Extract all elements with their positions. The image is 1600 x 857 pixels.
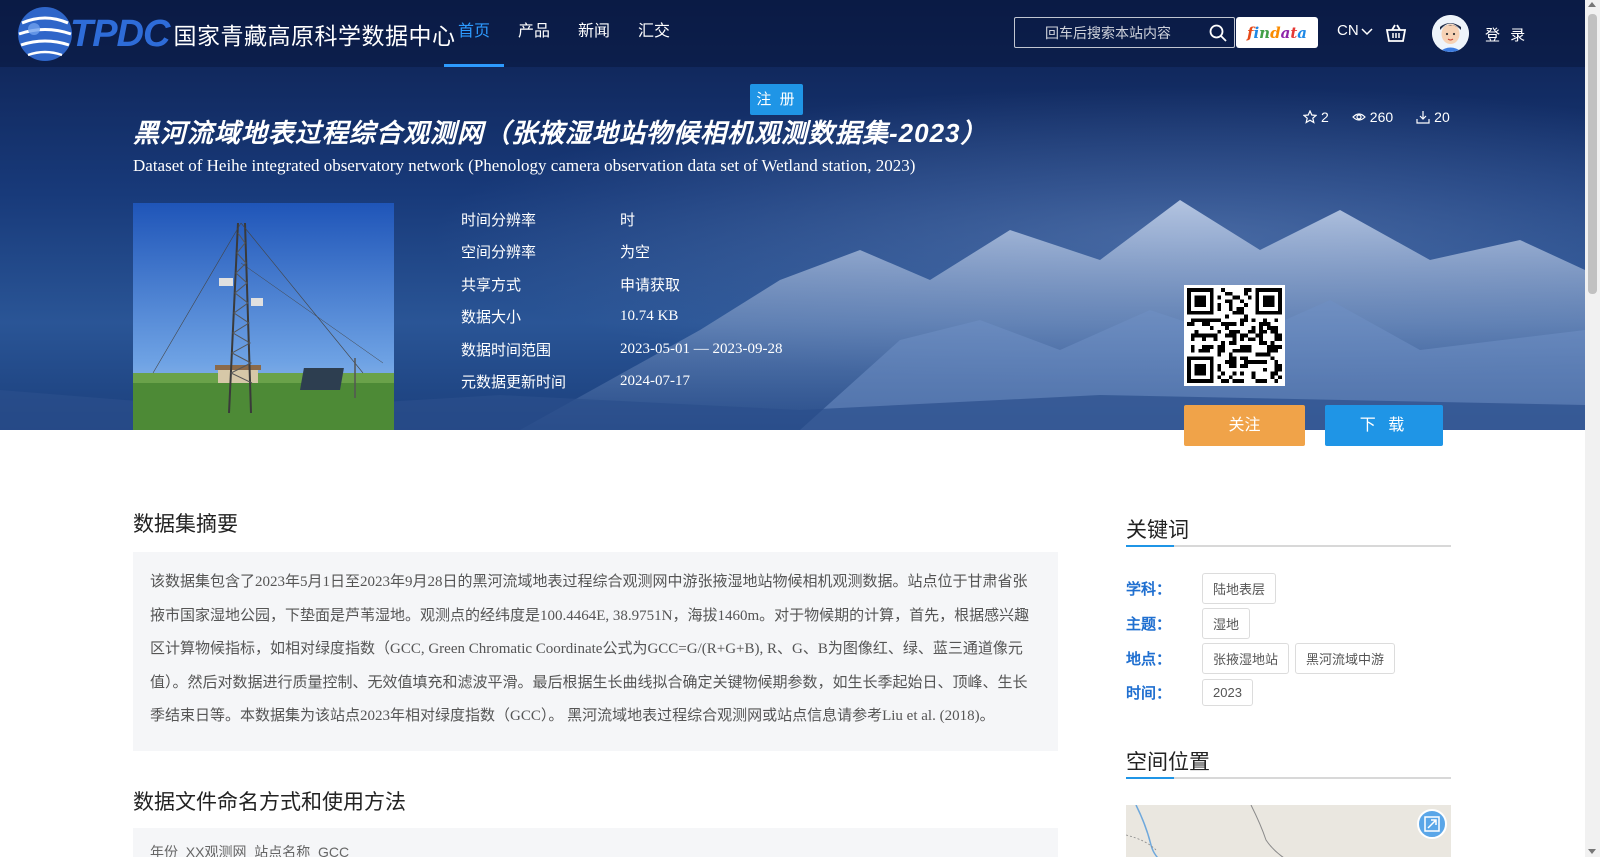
meta-key: 数据大小	[461, 309, 522, 327]
download-icon	[1416, 111, 1430, 124]
keyword-label: 主题：	[1126, 616, 1172, 633]
logo-tpdc-text: TPDC	[70, 12, 170, 55]
meta-key: 时间分辨率	[461, 211, 537, 229]
keyword-label: 时间：	[1126, 685, 1172, 702]
keyword-tag[interactable]: 张掖湿地站	[1202, 643, 1290, 674]
meta-value: 10.74 KB	[620, 308, 679, 325]
favorites-stat[interactable]: 2	[1303, 109, 1329, 125]
meta-value: 为空	[620, 245, 651, 262]
keyword-label: 地点：	[1126, 651, 1172, 668]
keyword-row-subject: 学科： 陆地表层	[1126, 573, 1282, 604]
findata-button[interactable]: findata	[1236, 17, 1318, 48]
downloads-stat: 20	[1416, 109, 1450, 125]
scroll-thumb[interactable]	[1588, 14, 1597, 294]
map-tiles	[1126, 805, 1284, 857]
keyword-label: 学科：	[1126, 581, 1172, 598]
keyword-tag[interactable]: 陆地表层	[1202, 573, 1277, 604]
map-expand-button[interactable]	[1417, 809, 1447, 839]
star-icon	[1303, 110, 1317, 124]
chevron-down-icon	[1361, 27, 1373, 35]
basket-icon[interactable]	[1385, 22, 1407, 44]
abstract-title: 数据集摘要	[133, 513, 238, 536]
qr-code	[1184, 285, 1285, 386]
keywords-divider	[1126, 545, 1451, 547]
scroll-down-arrow-icon[interactable]	[1588, 849, 1596, 854]
meta-value: 2024-07-17	[620, 373, 690, 390]
dataset-title-cn: 黑河流域地表过程综合观测网（张掖湿地站物候相机观测数据集-2023）	[133, 118, 988, 148]
location-title: 空间位置	[1126, 751, 1210, 774]
findata-letter: a	[1280, 23, 1291, 42]
language-switcher[interactable]: CN	[1337, 22, 1373, 39]
download-button[interactable]: 下 载	[1325, 405, 1443, 446]
naming-text: 年份_XX观测网_站点名称_GCC	[133, 828, 1058, 857]
meta-key: 数据时间范围	[461, 341, 552, 359]
keyword-row-theme: 主题： 湿地	[1126, 608, 1256, 639]
views-stat: 260	[1351, 109, 1394, 125]
register-button[interactable]: 注 册	[750, 84, 803, 115]
findata-letter: n	[1259, 23, 1271, 42]
dataset-thumbnail[interactable]	[133, 203, 394, 430]
qr-code-icon	[1187, 288, 1282, 383]
meta-key: 元数据更新时间	[461, 374, 567, 392]
nav-item-news[interactable]: 新闻	[564, 0, 624, 67]
nav-item-products[interactable]: 产品	[504, 0, 564, 67]
logo-cn-text: 国家青藏高原科学数据中心	[173, 23, 456, 49]
keyword-tag[interactable]: 2023	[1202, 679, 1253, 706]
meta-row: 时间分辨率 时	[461, 203, 782, 236]
meta-value: 时	[620, 212, 636, 229]
follow-button[interactable]: 关注	[1184, 405, 1305, 446]
meta-value: 2023-05-01 — 2023-09-28	[620, 340, 783, 357]
meta-row: 数据大小 10.74 KB	[461, 301, 782, 334]
meta-row: 数据时间范围 2023-05-01 — 2023-09-28	[461, 333, 782, 366]
meta-row: 元数据更新时间 2024-07-17	[461, 366, 782, 399]
scroll-up-arrow-icon[interactable]	[1588, 2, 1596, 7]
page-scrollbar[interactable]	[1585, 0, 1600, 857]
top-header: TPDC 国家青藏高原科学数据中心 首页 产品 新闻 汇交 findata CN	[0, 0, 1585, 67]
keyword-row-time: 时间： 2023	[1126, 679, 1259, 706]
views-count: 260	[1369, 109, 1394, 125]
downloads-count: 20	[1434, 109, 1450, 125]
findata-letter: a	[1297, 23, 1307, 42]
location-map[interactable]	[1126, 805, 1451, 857]
search-icon[interactable]	[1208, 23, 1228, 43]
login-link[interactable]: 登 录	[1485, 24, 1528, 45]
nav-item-home[interactable]: 首页	[444, 0, 505, 67]
user-avatar-icon	[1432, 15, 1469, 52]
search-input[interactable]	[1015, 24, 1200, 41]
dataset-stats: 2 260 20	[1303, 109, 1450, 125]
abstract-text: 该数据集包含了2023年5月1日至2023年9月28日的黑河流域地表过程综合观测…	[133, 552, 1058, 751]
location-divider	[1126, 777, 1451, 779]
keyword-tag[interactable]: 黑河流域中游	[1295, 643, 1396, 674]
meta-key: 空间分辨率	[461, 244, 537, 262]
keywords-title: 关键词	[1126, 519, 1189, 542]
avatar[interactable]	[1432, 15, 1469, 52]
keyword-tag[interactable]: 湿地	[1202, 608, 1251, 639]
favorites-count: 2	[1321, 109, 1329, 125]
dataset-title-en: Dataset of Heihe integrated observatory …	[133, 156, 916, 175]
language-label: CN	[1337, 22, 1359, 39]
meta-key: 共享方式	[461, 276, 522, 294]
phenology-tower-image	[133, 203, 394, 430]
main-nav: 首页 产品 新闻 汇交	[444, 0, 684, 67]
globe-logo-icon	[18, 7, 72, 61]
site-logo[interactable]: TPDC 国家青藏高原科学数据中心	[14, 2, 455, 66]
expand-icon	[1424, 816, 1440, 832]
nav-item-submit[interactable]: 汇交	[624, 0, 684, 67]
meta-value: 申请获取	[620, 277, 681, 294]
eye-icon	[1351, 113, 1366, 121]
dataset-meta: 时间分辨率 时 空间分辨率 为空 共享方式 申请获取 数据大小 10.74 KB…	[461, 203, 782, 398]
meta-row: 空间分辨率 为空	[461, 236, 782, 269]
meta-row: 共享方式 申请获取	[461, 268, 782, 301]
naming-title: 数据文件命名方式和使用方法	[133, 791, 406, 814]
search-box	[1014, 17, 1235, 48]
keyword-row-place: 地点： 张掖湿地站 黑河流域中游	[1126, 643, 1401, 674]
findata-letter: t	[1290, 23, 1298, 42]
findata-letter: d	[1270, 23, 1281, 42]
